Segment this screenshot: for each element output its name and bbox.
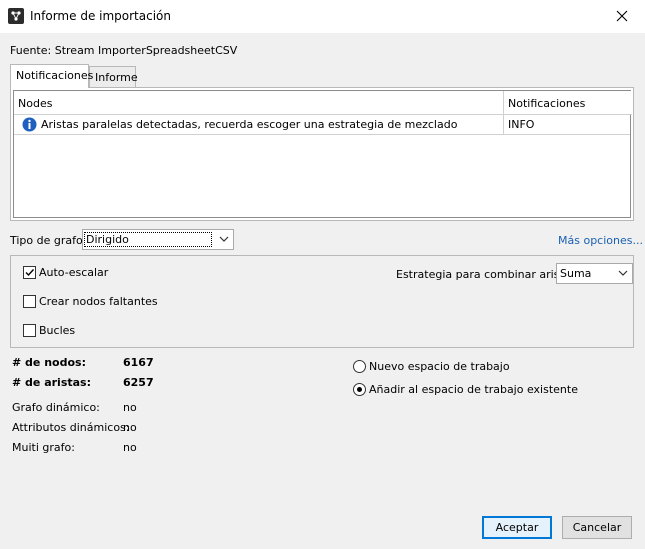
tab-notificaciones[interactable]: Notificaciones bbox=[10, 64, 93, 88]
notifications-panel: Nodes Notificaciones Aristas paralelas d… bbox=[10, 87, 634, 221]
auto-scale-label: Auto-escalar bbox=[39, 266, 109, 279]
column-header-nodes[interactable]: Nodes bbox=[14, 91, 504, 115]
merge-strategy-select[interactable]: Suma bbox=[556, 263, 633, 284]
dynamic-attributes-value: no bbox=[123, 421, 137, 434]
dynamic-graph-value: no bbox=[123, 401, 137, 414]
graph-type-select[interactable]: Dirigido bbox=[82, 229, 234, 250]
new-workspace-radio[interactable] bbox=[353, 360, 366, 373]
column-header-notificaciones[interactable]: Notificaciones bbox=[504, 91, 632, 115]
title-bar: Informe de importación bbox=[0, 0, 645, 33]
merge-strategy-label: Estrategia para combinar aristas: bbox=[396, 268, 580, 281]
chevron-down-icon bbox=[219, 236, 229, 242]
radio-selected-dot bbox=[357, 387, 362, 392]
graph-type-value: Dirigido bbox=[84, 232, 212, 247]
column-header-notificaciones-label: Notificaciones bbox=[508, 97, 586, 110]
chevron-down-icon bbox=[618, 270, 628, 276]
accept-button-label: Aceptar bbox=[495, 521, 539, 534]
loops-checkbox[interactable] bbox=[23, 324, 36, 337]
source-label: Fuente: Stream ImporterSpreadsheetCSV bbox=[10, 44, 238, 57]
close-icon[interactable] bbox=[616, 10, 628, 22]
column-header-nodes-label: Nodes bbox=[18, 97, 53, 110]
more-options-link[interactable]: Más opciones... bbox=[558, 234, 643, 247]
dynamic-graph-label: Grafo dinámico: bbox=[12, 401, 100, 414]
app-logo-icon bbox=[8, 8, 24, 24]
tab-informe-label: Informe bbox=[95, 71, 138, 84]
checkmark-icon bbox=[25, 269, 35, 277]
multi-graph-value: no bbox=[123, 441, 137, 454]
row-level-cell: INFO bbox=[504, 115, 630, 135]
loops-label: Bucles bbox=[39, 324, 76, 337]
notifications-table[interactable]: Nodes Notificaciones Aristas paralelas d… bbox=[13, 90, 632, 218]
multi-graph-label: Muiti grafo: bbox=[12, 441, 75, 454]
tab-notificaciones-label: Notificaciones bbox=[16, 69, 94, 82]
row-level: INFO bbox=[508, 118, 535, 131]
create-missing-nodes-checkbox[interactable] bbox=[23, 295, 36, 308]
new-workspace-label: Nuevo espacio de trabajo bbox=[369, 360, 510, 373]
auto-scale-checkbox[interactable] bbox=[23, 266, 36, 279]
table-row[interactable]: Aristas paralelas detectadas, recuerda e… bbox=[14, 115, 630, 135]
row-message: Aristas paralelas detectadas, recuerda e… bbox=[41, 118, 458, 131]
options-group: Auto-escalar Crear nodos faltantes Bucle… bbox=[10, 255, 634, 348]
existing-workspace-radio[interactable] bbox=[353, 383, 366, 396]
edges-count-value: 6257 bbox=[123, 376, 154, 389]
accept-button[interactable]: Aceptar bbox=[482, 516, 552, 539]
tab-informe[interactable]: Informe bbox=[89, 66, 138, 88]
cancel-button[interactable]: Cancelar bbox=[562, 516, 632, 539]
window-title: Informe de importación bbox=[30, 9, 171, 23]
create-missing-nodes-label: Crear nodos faltantes bbox=[39, 295, 158, 308]
graph-type-label: Tipo de grafo: bbox=[10, 234, 87, 247]
nodes-count-value: 6167 bbox=[123, 356, 154, 369]
info-icon bbox=[22, 117, 37, 132]
existing-workspace-label: Añadir al espacio de trabajo existente bbox=[369, 383, 578, 396]
close-button[interactable] bbox=[599, 0, 645, 33]
dynamic-attributes-label: Attributos dinámicos: bbox=[12, 421, 130, 434]
merge-strategy-value: Suma bbox=[560, 267, 592, 280]
cancel-button-label: Cancelar bbox=[572, 521, 622, 534]
nodes-count-label: # de nodos: bbox=[12, 356, 86, 369]
row-message-cell: Aristas paralelas detectadas, recuerda e… bbox=[14, 115, 504, 135]
edges-count-label: # de aristas: bbox=[12, 376, 92, 389]
